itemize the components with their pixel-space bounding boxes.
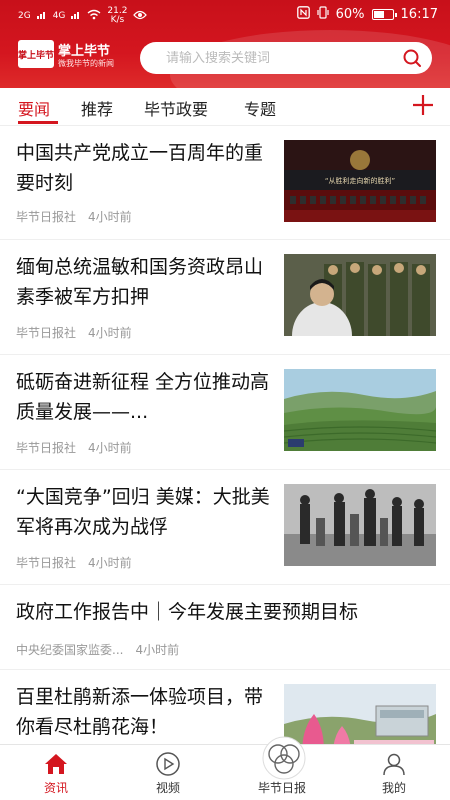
news-thumbnail[interactable] — [284, 254, 436, 336]
signal-icon — [36, 10, 47, 22]
news-source: 毕节日报社 — [16, 441, 77, 455]
status-right: 60% 16:17 — [296, 6, 438, 23]
status-left: 2G 4G 21.2 K/s — [18, 7, 148, 25]
news-thumbnail[interactable]: “从胜利走向新的胜利” — [284, 140, 436, 222]
news-meta: 中央纪委国家监委... 4小时前 — [16, 641, 179, 658]
brand-title: 掌上毕节 — [58, 44, 111, 59]
news-time: 4小时前 — [135, 643, 180, 657]
battery-percent: 60% — [335, 7, 365, 22]
news-item[interactable]: 砥砺奋进新征程 全方位推动高质量发展——... 毕节日报社 4小时前 — [0, 355, 450, 470]
news-title[interactable]: 政府工作报告中｜今年发展主要预期目标 — [16, 597, 436, 627]
wifi-icon — [87, 9, 101, 23]
nav-mine[interactable]: 我的 — [354, 749, 434, 796]
news-title[interactable]: 缅甸总统温敏和国务资政昂山素季被军方扣押 — [16, 252, 271, 312]
news-item[interactable]: 中国共产党成立一百周年的重要时刻 毕节日报社 4小时前 “从胜利走向新的胜利” — [0, 126, 450, 240]
nav-mine-label: 我的 — [381, 781, 406, 795]
home-icon — [16, 749, 96, 779]
tab-recommended[interactable]: 推荐 — [81, 96, 113, 120]
news-title[interactable]: 砥砺奋进新征程 全方位推动高质量发展——... — [16, 367, 271, 427]
news-item[interactable]: 政府工作报告中｜今年发展主要预期目标 中央纪委国家监委... 4小时前 — [0, 585, 450, 670]
status-bar: 2G 4G 21.2 K/s 60% 16:17 — [0, 0, 450, 30]
news-meta: 毕节日报社 4小时前 — [16, 324, 132, 341]
search-bar[interactable] — [140, 42, 432, 74]
network-speed: 21.2 K/s — [107, 7, 127, 25]
news-thumbnail[interactable] — [284, 369, 436, 451]
news-meta: 毕节日报社 4小时前 — [16, 439, 132, 456]
category-tabs: 要闻 推荐 毕节政要 专题 — [0, 88, 450, 126]
news-title[interactable]: 中国共产党成立一百周年的重要时刻 — [16, 138, 271, 198]
clock: 16:17 — [400, 7, 438, 22]
app-logo-text: 掌上毕节 — [18, 50, 55, 61]
newspaper-logo-icon[interactable] — [261, 736, 307, 780]
news-title[interactable]: “大国竞争”回归 美媒：大批美军将再次成为战俘 — [16, 482, 271, 542]
battery-fill — [373, 11, 384, 18]
news-title[interactable]: 百里杜鹃新添一体验项目，带你看尽杜鹃花海！ — [16, 682, 271, 742]
search-icon[interactable] — [392, 42, 432, 74]
news-time: 4小时前 — [88, 556, 132, 570]
add-channel-icon[interactable] — [410, 92, 436, 118]
news-source: 毕节日报社 — [16, 556, 77, 570]
eye-icon — [133, 10, 148, 23]
nav-video-label: 视频 — [155, 781, 180, 795]
active-tab-indicator — [18, 121, 58, 124]
nav-video[interactable]: 视频 — [128, 749, 208, 796]
news-time: 4小时前 — [88, 326, 132, 340]
news-source: 毕节日报社 — [16, 210, 77, 224]
news-time: 4小时前 — [88, 210, 132, 224]
battery-icon — [371, 9, 397, 20]
news-list: 中国共产党成立一百周年的重要时刻 毕节日报社 4小时前 “从胜利走向新的胜利” — [0, 126, 450, 746]
news-source: 中央纪委国家监委... — [16, 643, 124, 657]
tab-topics[interactable]: 专题 — [244, 96, 276, 120]
news-time: 4小时前 — [88, 441, 132, 455]
nav-news-label: 资讯 — [43, 781, 68, 795]
brand-slogan: 微我毕节的新闻 — [58, 59, 114, 68]
user-icon — [354, 749, 434, 779]
network-2g-label: 2G — [18, 11, 31, 21]
tab-bijie-politics[interactable]: 毕节政要 — [144, 96, 208, 120]
header: 2G 4G 21.2 K/s 60% 16:17 掌上毕节 掌上毕节 微我毕节的… — [0, 0, 450, 88]
news-item[interactable]: “大国竞争”回归 美媒：大批美军将再次成为战俘 毕节日报社 4小时前 — [0, 470, 450, 585]
network-speed-unit: K/s — [110, 15, 125, 25]
nav-news[interactable]: 资讯 — [16, 749, 96, 796]
search-input[interactable] — [140, 50, 392, 66]
news-item[interactable]: 缅甸总统温敏和国务资政昂山素季被军方扣押 毕节日报社 4小时前 — [0, 240, 450, 355]
thumbnail-caption: “从胜利走向新的胜利” — [325, 176, 395, 185]
app-logo: 掌上毕节 — [18, 40, 54, 68]
signal-icon-2 — [71, 10, 81, 22]
tab-headlines[interactable]: 要闻 — [18, 96, 50, 120]
news-item[interactable]: 百里杜鹃新添一体验项目，带你看尽杜鹃花海！ — [0, 670, 450, 746]
news-source: 毕节日报社 — [16, 326, 77, 340]
news-meta: 毕节日报社 4小时前 — [16, 208, 132, 225]
nav-bijie-daily-label: 毕节日报 — [257, 781, 306, 795]
vibrate-icon — [317, 6, 329, 23]
network-4g-label: 4G — [52, 11, 66, 21]
news-meta: 毕节日报社 4小时前 — [16, 554, 132, 571]
app-screen: 2G 4G 21.2 K/s 60% 16:17 掌上毕节 掌上毕节 微我毕节的… — [0, 0, 450, 800]
video-icon — [128, 749, 208, 779]
news-thumbnail[interactable] — [284, 484, 436, 566]
nfc-icon — [296, 6, 310, 23]
bottom-nav: 资讯 视频 毕节日报 我的 — [0, 744, 450, 800]
